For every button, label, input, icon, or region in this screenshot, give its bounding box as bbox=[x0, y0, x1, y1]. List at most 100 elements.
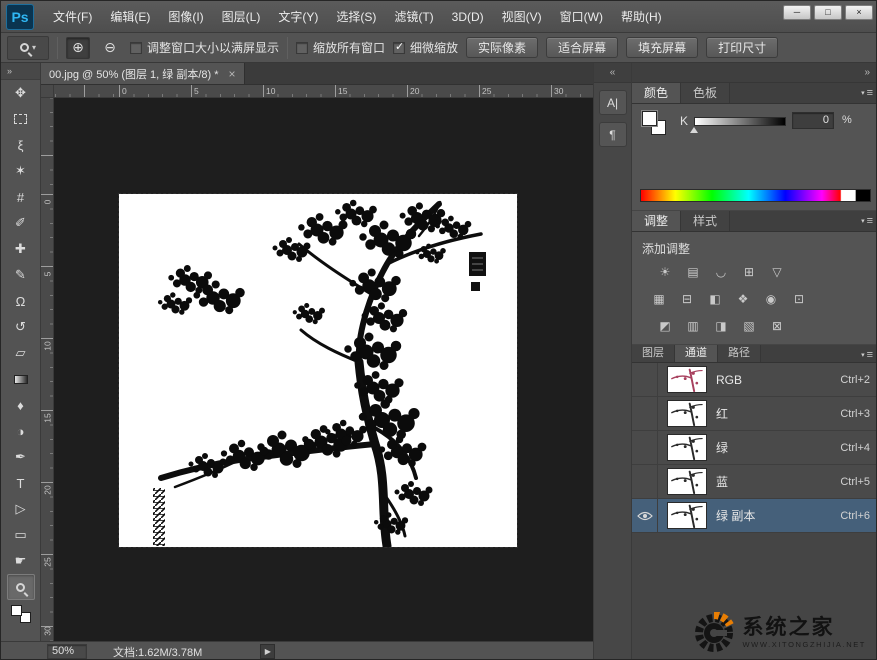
collapse-dock-button[interactable]: » bbox=[632, 63, 877, 83]
quick-selection-tool[interactable]: ✶ bbox=[7, 158, 35, 184]
marquee-tool[interactable] bbox=[7, 106, 35, 132]
gradient-map-icon[interactable]: ▧ bbox=[738, 316, 760, 335]
visibility-toggle[interactable] bbox=[632, 465, 658, 499]
zoom-out-button[interactable]: ⊖ bbox=[98, 37, 122, 59]
canvas-viewport[interactable] bbox=[54, 98, 593, 641]
brightness-contrast-icon[interactable]: ☀ bbox=[654, 262, 676, 281]
k-value-field[interactable]: 0 bbox=[792, 112, 834, 129]
vertical-ruler[interactable]: 0 5 10 15 20 25 30 bbox=[41, 98, 54, 641]
vibrance-icon[interactable]: ▽ bbox=[766, 262, 788, 281]
tab-adjustments[interactable]: 调整 bbox=[632, 211, 681, 231]
eyedropper-tool[interactable]: ✐ bbox=[7, 210, 35, 236]
menu-edit[interactable]: 编辑(E) bbox=[101, 1, 159, 33]
menu-filter[interactable]: 滤镜(T) bbox=[385, 1, 442, 33]
panel-menu-icon[interactable]: ▾≡ bbox=[861, 215, 873, 227]
toolbar-collapse-button[interactable]: » bbox=[1, 63, 40, 80]
maximize-button[interactable]: □ bbox=[814, 5, 842, 20]
history-brush-tool[interactable]: ↺ bbox=[7, 314, 35, 340]
menu-image[interactable]: 图像(I) bbox=[159, 1, 212, 33]
crop-tool[interactable]: # bbox=[7, 184, 35, 210]
visibility-toggle[interactable] bbox=[632, 363, 658, 397]
channel-thumbnail[interactable] bbox=[667, 502, 707, 529]
panel-menu-icon[interactable]: ▾≡ bbox=[861, 349, 873, 361]
levels-icon[interactable]: ▤ bbox=[682, 262, 704, 281]
gradient-tool[interactable] bbox=[7, 366, 35, 392]
canvas-artwork[interactable] bbox=[119, 194, 517, 547]
tab-channels[interactable]: 通道 bbox=[675, 345, 718, 362]
exposure-icon[interactable]: ⊞ bbox=[738, 262, 760, 281]
visibility-toggle[interactable] bbox=[632, 397, 658, 431]
channel-thumbnail[interactable] bbox=[667, 434, 707, 461]
color-spectrum-ramp[interactable] bbox=[640, 189, 871, 202]
channel-row-green-copy[interactable]: 绿 副本 Ctrl+6 bbox=[632, 499, 877, 533]
document-tab[interactable]: 00.jpg @ 50% (图层 1, 绿 副本/8) * × bbox=[41, 63, 245, 84]
black-white-icon[interactable]: ◧ bbox=[704, 289, 726, 308]
clone-stamp-tool[interactable]: Ω bbox=[7, 288, 35, 314]
resize-window-checkbox[interactable]: 调整窗口大小以满屏显示 bbox=[130, 39, 279, 56]
zoom-in-button[interactable]: ⊕ bbox=[66, 37, 90, 59]
close-tab-icon[interactable]: × bbox=[229, 67, 236, 81]
shape-tool[interactable]: ▭ bbox=[7, 522, 35, 548]
dodge-tool[interactable]: ◑ bbox=[7, 418, 35, 444]
brush-tool[interactable]: ✎ bbox=[7, 262, 35, 288]
move-tool[interactable]: ✥ bbox=[7, 80, 35, 106]
menu-layer[interactable]: 图层(L) bbox=[213, 1, 270, 33]
type-tool[interactable]: T bbox=[7, 470, 35, 496]
tab-styles[interactable]: 样式 bbox=[681, 211, 730, 231]
menu-3d[interactable]: 3D(D) bbox=[443, 1, 493, 33]
channel-thumbnail[interactable] bbox=[667, 468, 707, 495]
paragraph-panel-icon[interactable]: ¶ bbox=[599, 122, 627, 147]
checkbox-icon[interactable] bbox=[296, 42, 308, 54]
character-panel-icon[interactable]: A| bbox=[599, 90, 627, 115]
checkbox-icon[interactable] bbox=[130, 42, 142, 54]
actual-pixels-button[interactable]: 实际像素 bbox=[466, 37, 538, 58]
panel-menu-icon[interactable]: ▾≡ bbox=[861, 87, 873, 99]
visibility-toggle[interactable] bbox=[632, 499, 658, 533]
color-lookup-icon[interactable]: ⊡ bbox=[788, 289, 810, 308]
selective-color-icon[interactable]: ⊠ bbox=[766, 316, 788, 335]
invert-icon[interactable]: ◩ bbox=[654, 316, 676, 335]
status-menu-arrow[interactable]: ▶ bbox=[260, 644, 275, 659]
menu-select[interactable]: 选择(S) bbox=[327, 1, 385, 33]
channel-row-blue[interactable]: 蓝 Ctrl+5 bbox=[632, 465, 877, 499]
close-button[interactable]: × bbox=[845, 5, 873, 20]
hand-tool[interactable]: ☛ bbox=[7, 548, 35, 574]
foreground-color-swatch[interactable] bbox=[11, 605, 22, 616]
tab-paths[interactable]: 路径 bbox=[718, 345, 761, 362]
expand-panels-button[interactable]: « bbox=[594, 63, 631, 83]
print-size-button[interactable]: 打印尺寸 bbox=[706, 37, 778, 58]
channel-thumbnail[interactable] bbox=[667, 366, 707, 393]
posterize-icon[interactable]: ▥ bbox=[682, 316, 704, 335]
tool-preset-picker[interactable]: ▾ bbox=[7, 36, 49, 60]
fill-screen-button[interactable]: 填充屏幕 bbox=[626, 37, 698, 58]
channel-row-red[interactable]: 红 Ctrl+3 bbox=[632, 397, 877, 431]
blur-tool[interactable]: ♦ bbox=[7, 392, 35, 418]
lasso-tool[interactable]: ξ bbox=[7, 132, 35, 158]
fit-screen-button[interactable]: 适合屏幕 bbox=[546, 37, 618, 58]
healing-brush-tool[interactable]: ✚ bbox=[7, 236, 35, 262]
channel-row-rgb[interactable]: RGB Ctrl+2 bbox=[632, 363, 877, 397]
zoom-tool[interactable] bbox=[7, 574, 35, 600]
k-channel-slider[interactable] bbox=[694, 117, 786, 126]
channel-mixer-icon[interactable]: ◉ bbox=[760, 289, 782, 308]
checkbox-checked-icon[interactable] bbox=[393, 42, 405, 54]
channel-row-green[interactable]: 绿 Ctrl+4 bbox=[632, 431, 877, 465]
tab-swatches[interactable]: 色板 bbox=[681, 83, 730, 103]
curves-icon[interactable]: ◡ bbox=[710, 262, 732, 281]
menu-view[interactable]: 视图(V) bbox=[493, 1, 551, 33]
tab-layers[interactable]: 图层 bbox=[632, 345, 675, 362]
path-selection-tool[interactable]: ▷ bbox=[7, 496, 35, 522]
zoom-all-windows-checkbox[interactable]: 缩放所有窗口 bbox=[296, 39, 385, 56]
scrubby-zoom-checkbox[interactable]: 细微缩放 bbox=[393, 39, 458, 56]
slider-handle-icon[interactable] bbox=[690, 127, 698, 133]
visibility-toggle[interactable] bbox=[632, 431, 658, 465]
foreground-background-swatches[interactable] bbox=[11, 605, 31, 623]
color-balance-icon[interactable]: ⊟ bbox=[676, 289, 698, 308]
threshold-icon[interactable]: ◨ bbox=[710, 316, 732, 335]
foreground-color-swatch[interactable] bbox=[642, 111, 657, 126]
channel-thumbnail[interactable] bbox=[667, 400, 707, 427]
tab-color[interactable]: 颜色 bbox=[632, 83, 681, 103]
menu-help[interactable]: 帮助(H) bbox=[612, 1, 671, 33]
horizontal-ruler[interactable]: 0 5 10 15 20 25 30 bbox=[54, 85, 593, 98]
eraser-tool[interactable]: ▱ bbox=[7, 340, 35, 366]
